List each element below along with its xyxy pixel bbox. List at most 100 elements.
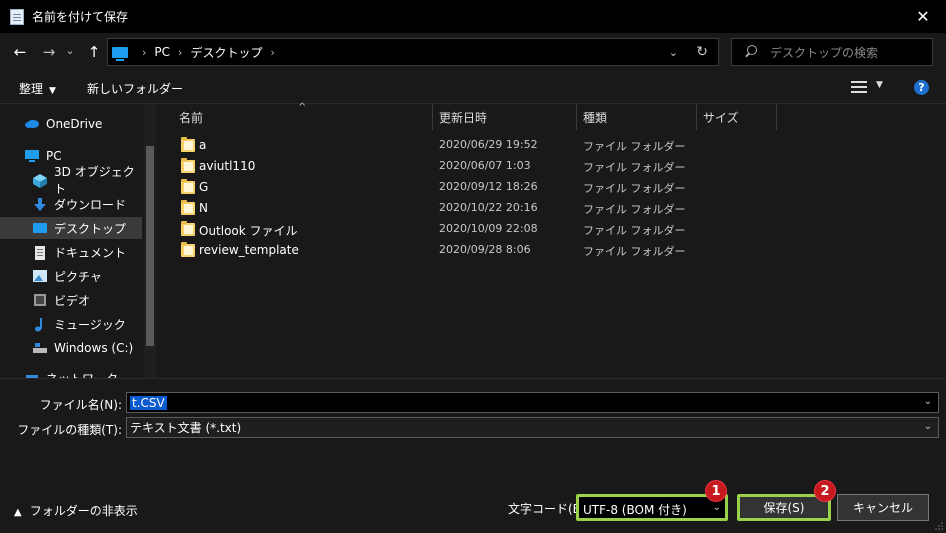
close-button[interactable]: ✕	[900, 0, 946, 33]
file-row[interactable]: a 2020/06/29 19:52 ファイル フォルダー	[160, 135, 946, 156]
file-name: a	[199, 138, 207, 152]
sidebar-item-videos[interactable]: ビデオ	[0, 289, 142, 311]
filetype-value: テキスト文書 (*.txt)	[130, 421, 242, 435]
cloud-icon	[24, 117, 40, 131]
computer-icon	[112, 46, 128, 61]
column-divider[interactable]	[576, 104, 577, 130]
folder-icon	[181, 242, 195, 257]
cancel-button[interactable]: キャンセル	[837, 494, 929, 521]
file-name: N	[199, 201, 208, 215]
file-row[interactable]: G 2020/09/12 18:26 ファイル フォルダー	[160, 177, 946, 198]
document-icon	[32, 245, 48, 260]
sidebar-item-onedrive[interactable]: OneDrive	[0, 113, 142, 135]
address-row: ← → ⌄ ↑ › PC › デスクトップ › ⌄ ↻ デスクトップの検索	[0, 33, 946, 71]
file-name: Outlook ファイル	[199, 224, 298, 238]
annotation-badge-1: 1	[705, 480, 727, 502]
save-form: ファイル名(N): t.CSV ⌄ ファイルの種類(T): テキスト文書 (*.…	[0, 378, 946, 533]
resize-grip-icon[interactable]	[934, 521, 944, 531]
sidebar-item-label: ピクチャ	[54, 269, 102, 284]
forward-button[interactable]: →	[38, 41, 60, 63]
hide-folders-toggle[interactable]: ▲ フォルダーの非表示	[14, 502, 138, 519]
file-name: aviutl110	[199, 159, 256, 173]
annotation-badge-2: 2	[814, 480, 836, 502]
caret-up-icon: ▲	[14, 507, 22, 518]
organize-label: 整理	[19, 82, 44, 96]
sidebar-item-downloads[interactable]: ダウンロード	[0, 193, 142, 215]
desktop-icon	[32, 221, 48, 235]
breadcrumb-separator[interactable]: ›	[270, 46, 274, 59]
encoding-select[interactable]: UTF-8 (BOM 付き) ⌄	[576, 494, 728, 521]
scrollbar-thumb[interactable]	[146, 146, 154, 346]
network-icon	[24, 371, 40, 378]
encoding-value: UTF-8 (BOM 付き)	[583, 503, 687, 517]
column-header-type[interactable]: 種類	[583, 104, 607, 130]
sidebar-item-label: OneDrive	[46, 117, 103, 131]
file-type: ファイル フォルダー	[583, 245, 686, 258]
chevron-down-icon: ⌄	[65, 43, 75, 57]
sidebar-item-label: 3D オブジェクト	[54, 165, 135, 196]
file-type: ファイル フォルダー	[583, 203, 686, 216]
arrow-left-icon: ←	[13, 43, 27, 61]
search-placeholder: デスクトップの検索	[770, 45, 879, 60]
drive-icon	[32, 341, 48, 355]
sidebar-item-desktop[interactable]: デスクトップ	[0, 217, 142, 239]
picture-icon	[32, 269, 48, 283]
filename-input[interactable]: t.CSV ⌄	[126, 392, 939, 413]
sidebar-item-label: PC	[46, 149, 62, 163]
recent-locations-button[interactable]: ⌄	[62, 39, 78, 61]
sidebar-item-music[interactable]: ミュージック	[0, 313, 142, 335]
chevron-down-icon[interactable]: ⌄	[924, 396, 932, 407]
folder-icon	[181, 221, 195, 236]
file-row[interactable]: aviutl110 2020/06/07 1:03 ファイル フォルダー	[160, 156, 946, 177]
arrow-right-icon: →	[42, 43, 56, 61]
address-bar[interactable]: › PC › デスクトップ › ⌄ ↻	[107, 38, 719, 66]
sidebar-item-pictures[interactable]: ピクチャ	[0, 265, 142, 287]
column-divider[interactable]	[696, 104, 697, 130]
hide-folders-label: フォルダーの非表示	[29, 504, 138, 518]
sidebar-item-label: ダウンロード	[54, 197, 127, 212]
back-button[interactable]: ←	[9, 41, 31, 63]
file-type: ファイル フォルダー	[583, 224, 686, 237]
cube-icon	[32, 173, 48, 188]
video-icon	[32, 293, 48, 307]
download-icon	[32, 197, 48, 211]
column-divider[interactable]	[776, 104, 777, 130]
sidebar-item-network[interactable]: ネットワーク	[0, 367, 142, 378]
view-options-icon[interactable]	[851, 81, 867, 94]
filetype-select[interactable]: テキスト文書 (*.txt) ⌄	[126, 417, 939, 438]
address-dropdown-icon[interactable]: ⌄	[669, 46, 678, 59]
organize-button[interactable]: 整理 ▼	[19, 80, 56, 97]
column-divider[interactable]	[432, 104, 433, 130]
command-toolbar: 整理 ▼ 新しいフォルダー ▼ ?	[0, 71, 946, 104]
new-folder-button[interactable]: 新しいフォルダー	[87, 80, 183, 97]
file-modified: 2020/09/12 18:26	[439, 180, 538, 193]
search-icon	[744, 45, 758, 59]
sidebar-item-3d-objects[interactable]: 3D オブジェクト	[0, 165, 142, 196]
file-row[interactable]: review_template 2020/09/28 8:06 ファイル フォル…	[160, 240, 946, 261]
file-modified: 2020/06/29 19:52	[439, 138, 538, 151]
file-row[interactable]: N 2020/10/22 20:16 ファイル フォルダー	[160, 198, 946, 219]
sidebar-item-label: ビデオ	[54, 293, 91, 308]
up-button[interactable]: ↑	[83, 41, 105, 63]
column-header-size[interactable]: サイズ	[703, 104, 739, 130]
sidebar-item-label: ドキュメント	[54, 245, 127, 260]
file-modified: 2020/10/09 22:08	[439, 222, 538, 235]
column-header-modified[interactable]: 更新日時	[439, 104, 487, 130]
breadcrumb-pc[interactable]: PC	[154, 45, 170, 59]
navigation-scrollbar[interactable]	[144, 104, 156, 378]
filename-label: ファイル名(N):	[39, 398, 122, 412]
help-icon[interactable]: ?	[914, 80, 929, 95]
column-header-name[interactable]: 名前	[179, 104, 203, 130]
view-dropdown-icon[interactable]: ▼	[876, 80, 883, 90]
folder-icon	[181, 179, 195, 194]
navigation-pane: OneDrive PC 3D オブジェクト ダウンロード デスクトップ ドキュメ…	[0, 104, 160, 378]
window-title: 名前を付けて保存	[32, 10, 129, 24]
sidebar-item-windows-c[interactable]: Windows (C:)	[0, 337, 142, 359]
refresh-icon[interactable]: ↻	[696, 44, 708, 60]
sidebar-item-label: デスクトップ	[54, 221, 127, 236]
file-row[interactable]: Outlook ファイル 2020/10/09 22:08 ファイル フォルダー	[160, 219, 946, 240]
search-box[interactable]: デスクトップの検索	[731, 38, 933, 66]
sidebar-item-documents[interactable]: ドキュメント	[0, 241, 142, 263]
breadcrumb-desktop[interactable]: デスクトップ	[190, 44, 262, 61]
sidebar-item-label: Windows (C:)	[54, 341, 134, 355]
